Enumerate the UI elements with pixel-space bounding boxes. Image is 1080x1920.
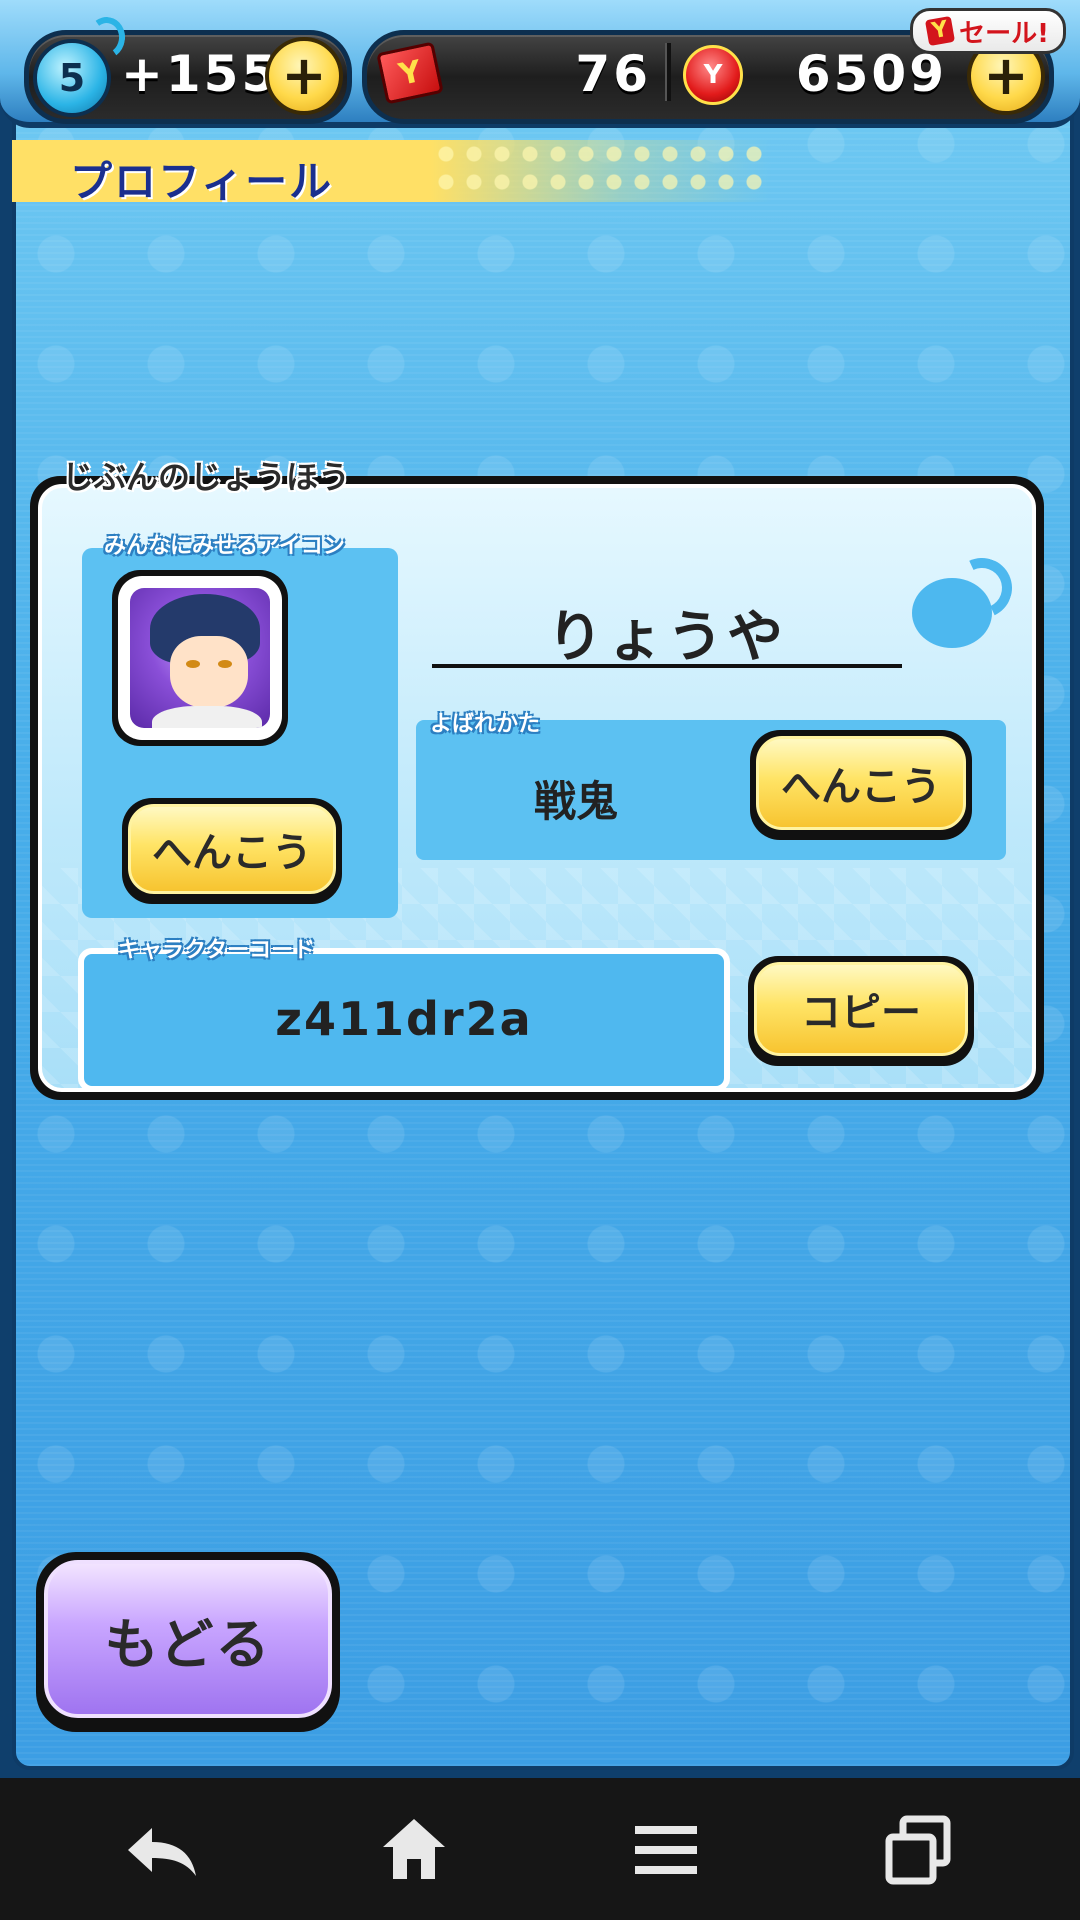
add-spirit-button[interactable]: + — [265, 37, 343, 115]
character-portrait — [130, 588, 270, 728]
plus-icon: + — [281, 44, 327, 107]
change-icon-button[interactable]: へんこう — [122, 798, 342, 904]
page-title: プロフィール — [70, 157, 334, 206]
plus-icon: + — [983, 44, 1029, 107]
spirit-points-pill: 5 +155 + — [24, 14, 352, 124]
profile-panel: みんなにみせるアイコン へんこう りょうや よばれかた 戦鬼 へんこう キャラク… — [30, 476, 1044, 1100]
spirit-decoration-icon — [912, 549, 1021, 648]
spirit-level: 5 — [58, 56, 86, 100]
nav-menu-button[interactable] — [606, 1808, 726, 1892]
money-count: 6509 — [795, 45, 947, 103]
nav-home-button[interactable] — [354, 1808, 474, 1892]
back-icon — [128, 1828, 196, 1876]
nav-recent-apps-button[interactable] — [858, 1808, 978, 1892]
change-title-button[interactable]: へんこう — [750, 730, 972, 840]
status-bar: 5 +155 + Y 76 Y 6509 + Y セール! — [0, 0, 1080, 128]
spirit-points: +155 — [121, 45, 280, 103]
title-value: 戦鬼 — [533, 777, 618, 826]
money-icon-letter: Y — [703, 60, 723, 90]
system-nav-bar — [0, 1778, 1080, 1920]
character-code-field: キャラクターコード z411dr2a — [78, 938, 730, 1088]
nav-back-button[interactable] — [102, 1808, 222, 1892]
icon-section-label: みんなにみせるアイコン — [104, 534, 345, 559]
ticket-icon: Y — [376, 41, 444, 105]
sale-y-icon: Y — [925, 15, 956, 47]
icon-section: みんなにみせるアイコン へんこう — [82, 534, 398, 918]
avatar — [112, 570, 288, 746]
title-decoration — [432, 140, 772, 202]
recent-apps-icon — [885, 1815, 951, 1885]
character-code-label: キャラクターコード — [118, 938, 316, 963]
sale-badge[interactable]: Y セール! — [910, 8, 1066, 54]
menu-icon — [635, 1826, 697, 1874]
avatar-border — [118, 576, 282, 740]
player-name: りょうや — [547, 605, 787, 670]
currency-divider — [665, 43, 671, 101]
name-underline — [432, 664, 902, 668]
change-title-label: へんこう — [756, 736, 966, 830]
copy-button[interactable]: コピー — [748, 956, 974, 1066]
character-code-value: z411dr2a — [275, 992, 533, 1046]
profile-panel-inner: みんなにみせるアイコン へんこう りょうや よばれかた 戦鬼 へんこう キャラク… — [38, 484, 1036, 1092]
portrait-collar — [152, 706, 262, 728]
sale-label: セール! — [959, 18, 1049, 49]
portrait-eye — [186, 660, 200, 668]
back-label: もどる — [44, 1560, 332, 1718]
change-icon-label: へんこう — [128, 804, 336, 894]
title-band: プロフィール — [12, 140, 772, 206]
home-icon — [383, 1819, 445, 1879]
ticket-icon-letter: Y — [395, 53, 425, 93]
ticket-count: 76 — [575, 45, 651, 103]
copy-label: コピー — [754, 962, 968, 1056]
back-button[interactable]: もどる — [36, 1552, 340, 1732]
portrait-eye — [218, 660, 232, 668]
money-pouch-icon: Y — [683, 45, 743, 105]
section-label: じぶんのじょうほう — [62, 458, 351, 496]
title-section-label: よばれかた — [430, 712, 541, 737]
title-section: よばれかた 戦鬼 へんこう — [416, 712, 1006, 860]
portrait-face — [170, 636, 248, 708]
